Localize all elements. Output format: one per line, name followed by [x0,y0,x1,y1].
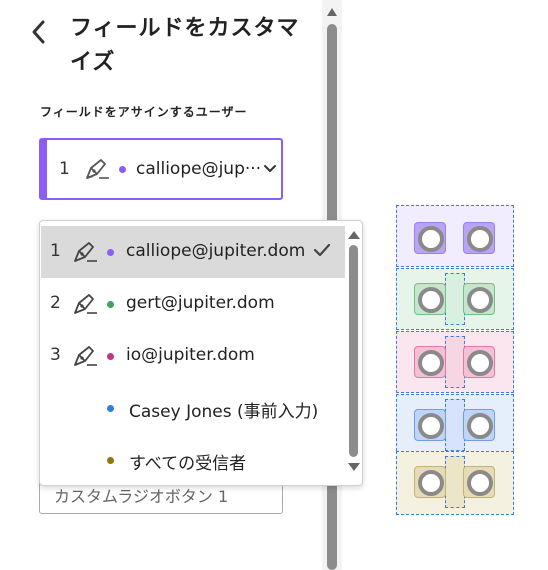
option-label: gert@jupiter.dom [126,293,275,313]
signature-pen-icon [74,294,97,314]
signer-color-dot [107,249,114,256]
radio-button[interactable] [414,409,446,441]
radio-group-row[interactable] [396,451,514,515]
selection-outline [445,336,465,388]
signer-color-dot [119,166,126,173]
radio-circle-icon [418,287,444,313]
signer-color-dot [107,457,114,464]
selection-outline [445,399,465,451]
option-label: io@jupiter.dom [126,345,255,365]
radio-circle-icon [418,226,444,252]
dropdown-scrollbar-thumb[interactable] [349,245,358,457]
scroll-up-arrow-icon[interactable] [348,231,360,239]
radio-circle-icon [418,413,444,439]
radio-group-row[interactable] [396,268,514,330]
dropdown-option-casey-jones[interactable]: Casey Jones (事前入力) [41,382,345,434]
dropdown-option-gert[interactable]: 2 gert@jupiter.dom [41,278,345,330]
dropdown-option-all-recipients[interactable]: すべての受信者 [41,434,345,486]
radio-button[interactable] [463,222,495,254]
radio-circle-icon [467,287,493,313]
radio-button[interactable] [414,346,446,378]
radio-circle-icon [467,226,493,252]
dropdown-option-calliope[interactable]: 1 calliope@jupiter.dom [41,226,345,278]
scroll-down-arrow-icon[interactable] [348,463,360,471]
assignee-dropdown-menu: 1 calliope@jupiter.dom 2 gert@jupiter.do… [39,220,363,486]
signature-pen-icon [74,242,97,262]
radio-button[interactable] [463,409,495,441]
option-number: 2 [50,293,61,313]
radio-group-row[interactable] [396,331,514,393]
selected-signer-number: 1 [59,159,70,179]
radio-button[interactable] [463,466,495,498]
radio-circle-icon [467,470,493,496]
radio-circle-icon [418,350,444,376]
radio-button[interactable] [414,466,446,498]
chevron-down-icon [264,165,276,172]
radio-button[interactable] [414,222,446,254]
radio-circle-icon [467,350,493,376]
panel-title: フィールドをカスタマイズ [70,16,300,75]
signer-color-dot [107,405,114,412]
dropdown-scrollbar[interactable] [345,227,363,479]
assign-user-label: フィールドをアサインするユーザー [40,105,248,119]
radio-button[interactable] [463,283,495,315]
radio-group-row[interactable] [396,394,514,456]
radio-circle-icon [418,470,444,496]
radio-button[interactable] [414,283,446,315]
checkmark-icon [313,243,331,257]
signature-pen-icon [86,159,109,179]
option-label: calliope@jupiter.dom [126,241,306,261]
selection-outline [445,456,465,508]
radio-button[interactable] [463,346,495,378]
option-label: すべての受信者 [129,454,247,474]
signer-color-dot [107,353,114,360]
option-number: 3 [50,345,61,365]
radio-circle-icon [467,413,493,439]
option-label: Casey Jones (事前入力) [129,402,319,422]
dropdown-option-io[interactable]: 3 io@jupiter.dom [41,330,345,382]
radio-group-row[interactable] [396,205,514,267]
back-arrow-icon[interactable] [28,18,50,46]
scroll-up-arrow-icon[interactable] [327,8,337,16]
selected-signer-email: calliope@jup··· [136,159,262,179]
assignee-select[interactable]: 1 calliope@jup··· [39,138,283,200]
signer-color-dot [107,301,114,308]
option-number: 1 [50,241,61,261]
signature-pen-icon [74,346,97,366]
selection-outline [445,273,465,325]
document-canvas [396,205,516,517]
